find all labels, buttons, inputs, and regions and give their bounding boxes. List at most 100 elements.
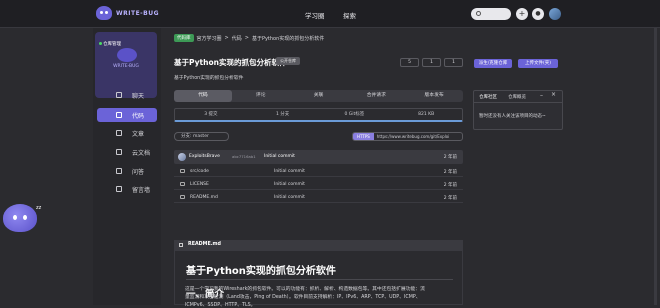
add-button[interactable]: + [516, 8, 528, 20]
breadcrumb-sep: > [244, 35, 249, 41]
sidebar-item-article[interactable]: 文章 [97, 126, 157, 140]
file-icon [180, 182, 185, 186]
readme-divider [186, 279, 453, 280]
stat-size: 821 KB [418, 112, 435, 117]
upload-button[interactable]: 上传文件(夹) [518, 59, 558, 68]
repo-description: 基于Python实现的抓包分析软件 [174, 76, 244, 81]
right-panel: 5 1 1 派生/克隆仓库 上传文件(夹) 仓库社区 仓库概览 – × 暂时还没… [400, 28, 566, 305]
nav-explore[interactable]: 探索 [343, 10, 356, 20]
sidebar-item-doc[interactable]: 云文档 [97, 145, 157, 159]
mascot-bug-icon[interactable] [3, 204, 37, 232]
sidebar-item-label: 留言墙 [132, 186, 151, 194]
search-input[interactable] [471, 8, 511, 20]
visibility-badge: 公开仓库 [276, 57, 300, 65]
tab-code[interactable]: 代码 [174, 90, 232, 102]
breadcrumb-item[interactable]: 基于Python实现的抓包分析软件 [252, 35, 324, 42]
tab-merge-requests[interactable]: 合并请求 [347, 90, 405, 102]
fork-button[interactable]: 派生/克隆仓库 [474, 59, 512, 68]
tab-related[interactable]: 关联 [290, 90, 348, 102]
main-content: 代码库 官方学习圈 > 代码 > 基于Python实现的抓包分析软件 基于Pyt… [166, 28, 468, 308]
logo[interactable]: WRITE-BUG [96, 6, 159, 20]
top-bar: WRITE-BUG 学习圈 探索 + ● [0, 0, 660, 28]
readme-paragraph: 这是一个学习我的Wireshark的抓包软件。可以的功能有：抓析、解析、构造数据… [185, 287, 425, 292]
project-panel-text: 暂时还没有人关注该项目的动态~ [479, 114, 546, 119]
star-count[interactable]: 5 [400, 58, 419, 67]
article-icon [116, 130, 122, 136]
sidebar-item-label: 问答 [132, 168, 145, 176]
sidebar-item-qa[interactable]: 问答 [97, 164, 157, 178]
sidebar: 仓库管理 WRITE-BUG 聊天 代码 文章 云文档 问答 留言墙 [93, 28, 161, 305]
like-count[interactable]: 1 [422, 58, 441, 67]
breadcrumb: 代码库 官方学习圈 > 代码 > 基于Python实现的抓包分析软件 [174, 34, 324, 42]
repo-title: 基于Python实现的抓包分析软件 [174, 58, 287, 67]
stat-branches[interactable]: 1 分支 [247, 109, 319, 120]
minimize-icon[interactable]: – [540, 92, 543, 99]
sidebar-item-wall[interactable]: 留言墙 [97, 182, 157, 196]
author-avatar [178, 153, 186, 161]
sidebar-item-label: 云文档 [132, 149, 151, 157]
repo-stats: 3 提交 1 分支 0 Git标签 821 KB [174, 108, 463, 122]
file-commit-message: Initial commit [274, 182, 305, 187]
clone-url-box: HTTPS https://www.writebug.com/git/Explo… [352, 132, 463, 141]
qa-icon [116, 168, 122, 174]
tab-community[interactable]: 仓库社区 [479, 94, 497, 100]
profile-bug-icon [117, 48, 137, 62]
project-panel-tabs: 仓库社区 仓库概览 – × [474, 91, 562, 103]
file-icon [180, 195, 185, 199]
file-time: 2 年前 [443, 196, 457, 201]
sidebar-item-code[interactable]: 代码 [97, 108, 157, 122]
file-commit-message: Initial commit [274, 169, 305, 174]
file-row[interactable]: LICENSE Initial commit 2 年前 [174, 179, 463, 190]
wall-icon [116, 186, 122, 192]
readme-filename: README.md [188, 242, 221, 247]
tab-releases[interactable]: 版本发布 [405, 90, 463, 102]
watch-count[interactable]: 1 [444, 58, 463, 67]
latest-commit: ExploitsBrave abc7716ab1 Initial commit … [174, 150, 463, 164]
book-icon [179, 243, 183, 247]
online-dot-icon [99, 42, 102, 45]
readme-h1: 基于Python实现的抓包分析软件 [186, 266, 336, 277]
project-panel: 仓库社区 仓库概览 – × 暂时还没有人关注该项目的动态~ [473, 90, 563, 130]
breadcrumb-item[interactable]: 代码 [232, 35, 242, 42]
doc-icon [116, 149, 122, 155]
file-name[interactable]: src/code [190, 169, 209, 174]
tab-comments[interactable]: 评论 [232, 90, 290, 102]
profile-label: 仓库管理 [103, 42, 121, 47]
clone-protocol-button[interactable]: HTTPS [353, 133, 374, 140]
file-name[interactable]: LICENSE [190, 182, 209, 187]
sidebar-item-label: 聊天 [132, 92, 145, 100]
bug-logo-icon [96, 6, 112, 20]
commit-hash[interactable]: abc7716ab1 [232, 154, 256, 159]
branch-select[interactable]: 分支: master [174, 132, 229, 141]
file-row[interactable]: src/code Initial commit 2 年前 [174, 166, 463, 177]
app-name: WRITE-BUG [116, 9, 160, 17]
repo-type-badge: 代码库 [174, 34, 194, 42]
bell-icon[interactable]: ● [532, 8, 544, 20]
user-avatar[interactable] [549, 8, 561, 20]
repo-counters: 5 1 1 [400, 58, 463, 67]
close-icon[interactable]: × [551, 91, 556, 98]
file-commit-message: Initial commit [274, 195, 305, 200]
sidebar-item-chat[interactable]: 聊天 [97, 88, 157, 102]
profile-name: WRITE-BUG [113, 64, 139, 69]
breadcrumb-item[interactable]: 官方学习圈 [197, 35, 222, 42]
sidebar-item-label: 代码 [132, 112, 145, 120]
sleep-icon: zz [36, 205, 42, 211]
commit-message: Initial commit [264, 154, 295, 159]
tab-overview[interactable]: 仓库概览 [508, 94, 526, 100]
clone-url-input[interactable]: https://www.writebug.com/git/Exploi [374, 133, 450, 140]
file-time: 2 年前 [443, 170, 457, 175]
file-name[interactable]: README.md [190, 195, 218, 200]
chat-icon [116, 92, 122, 98]
commit-author[interactable]: ExploitsBrave [189, 154, 220, 159]
scrollbar[interactable] [654, 28, 657, 305]
folder-icon [180, 169, 185, 173]
readme-paragraph: 量监测和攻击检测（Land攻击，Ping of Death）。软件目前支持解析：… [185, 295, 421, 300]
nav-learning-circle[interactable]: 学习圈 [305, 10, 325, 20]
stat-commits[interactable]: 3 提交 [175, 109, 247, 120]
file-row[interactable]: README.md Initial commit 2 年前 [174, 192, 463, 203]
commit-time: 2 年前 [443, 155, 457, 160]
search-icon [476, 11, 481, 16]
code-icon [116, 112, 122, 118]
stat-tags[interactable]: 0 Git标签 [319, 109, 391, 120]
